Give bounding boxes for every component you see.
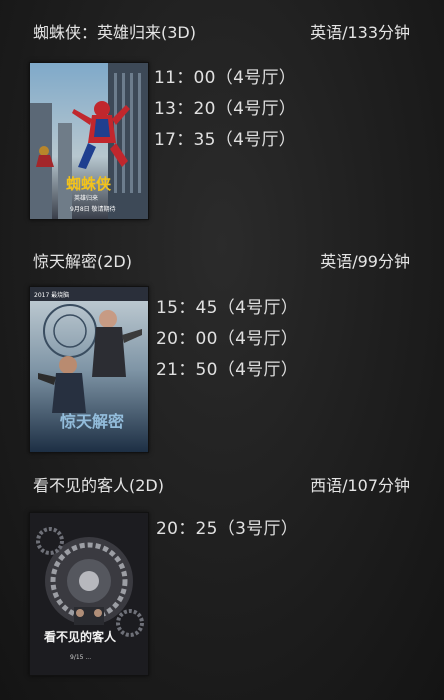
showtime-item[interactable]: 13：20（4号厅）	[154, 98, 296, 129]
showtime-item[interactable]: 21：50（4号厅）	[156, 359, 298, 390]
movie-language-duration: 英语/133分钟	[310, 23, 410, 42]
showtime-item[interactable]: 20：00（4号厅）	[156, 328, 298, 359]
movie-poster[interactable]: 蜘蛛侠 英雄归来 9月8日 敬请期待	[29, 62, 149, 220]
showtime-item[interactable]: 17：35（4号厅）	[154, 129, 296, 160]
showtime-item[interactable]: 15：45（4号厅）	[156, 297, 298, 328]
showtime-item[interactable]: 20：25（3号厅）	[156, 518, 298, 549]
movie-language-duration: 英语/99分钟	[320, 252, 410, 271]
movie-poster[interactable]: 2017 最烧脑 惊天解密	[29, 286, 149, 453]
showtime-list: 20：25（3号厅）	[156, 518, 298, 549]
svg-text:2017 最烧脑: 2017 最烧脑	[34, 291, 69, 299]
showtime-item[interactable]: 11：00（4号厅）	[154, 67, 296, 98]
showtime-list: 15：45（4号厅） 20：00（4号厅） 21：50（4号厅）	[156, 297, 298, 390]
svg-text:9/15 ...: 9/15 ...	[70, 654, 91, 661]
poster-title-text: 惊天解密	[60, 412, 124, 431]
movie-title[interactable]: 惊天解密(2D)	[33, 248, 132, 272]
svg-text:9月8日 敬请期待: 9月8日 敬请期待	[70, 205, 116, 213]
poster-title-text: 蜘蛛侠	[66, 175, 112, 193]
movie-title[interactable]: 看不见的客人(2D)	[33, 472, 164, 496]
svg-text:英雄归来: 英雄归来	[74, 194, 98, 202]
movie-poster[interactable]: 看不见的客人 9/15 ...	[29, 512, 149, 676]
poster-title-text: 看不见的客人	[44, 629, 117, 644]
movie-title[interactable]: 蜘蛛侠：英雄归来(3D)	[33, 19, 196, 43]
showtime-list: 11：00（4号厅） 13：20（4号厅） 17：35（4号厅）	[154, 67, 296, 160]
movie-language-duration: 西语/107分钟	[310, 476, 410, 495]
